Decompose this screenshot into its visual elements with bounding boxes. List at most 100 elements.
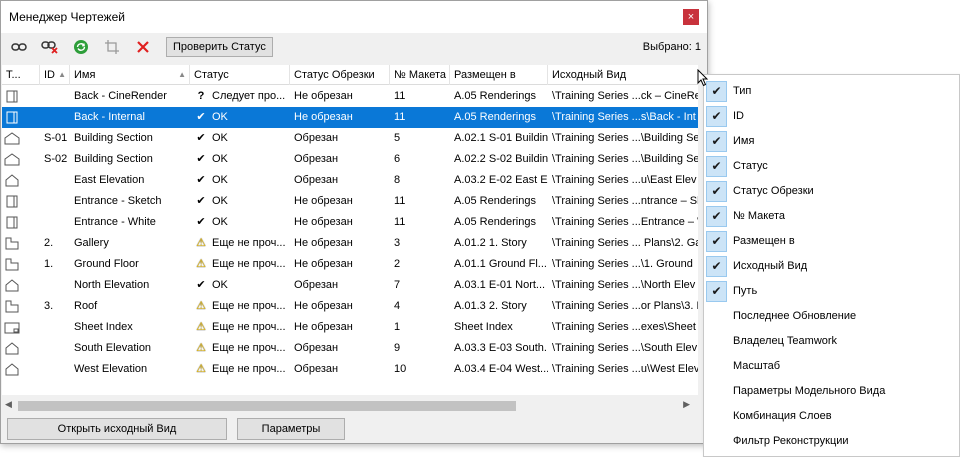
status-text: Еще не проч... [212,300,286,312]
source-view-cell: \Training Series ...ck – CineRe [552,90,698,102]
scroll-right-icon[interactable]: ▶ [683,399,690,410]
sort-up-icon: ▲ [58,70,66,79]
checkmark-icon: ✔ [706,231,727,252]
table-row[interactable]: East Elevation ✔ OK Обрезан 8 A.03.2 E-02 Eas… [2,170,698,191]
refresh-icon[interactable] [71,37,91,57]
status-text: Еще не проч... [212,363,286,375]
menu-item[interactable]: ✔ Исходный Вид [704,254,959,279]
layout-number-cell: 4 [394,300,401,312]
name-cell: Gallery [74,237,109,249]
menu-item[interactable]: ✔ Статус [704,154,959,179]
col-header-source-view[interactable]: Исходный Вид [548,65,698,85]
table-row[interactable]: Entrance - Sketch ✔ OK Не обрезан 11 A.05 Ren… [2,191,698,212]
section-view-icon [2,86,40,107]
menu-item-label: Тип [733,85,752,97]
col-header-placed-in[interactable]: Размещен в [450,65,548,85]
delete-icon[interactable] [133,37,153,57]
menu-item[interactable]: ✔ Тип [704,79,959,104]
menu-item[interactable]: Масштаб [704,354,959,379]
scroll-left-icon[interactable]: ◀ [5,399,12,410]
menu-item-label: ID [733,110,744,122]
settings-button[interactable]: Параметры [237,418,345,440]
checkmark-icon: ✔ [196,216,206,228]
question-icon: ? [197,90,205,102]
table-row[interactable]: 2. Gallery ⚠ Еще не проч... Не обрезан 3 A.01.… [2,233,698,254]
menu-item-label: № Макета [733,210,785,222]
menu-item[interactable]: Параметры Модельного Вида [704,379,959,404]
col-header-status[interactable]: Статус [190,65,290,85]
checkmark-icon: ✔ [706,81,727,102]
table-row[interactable]: Back - CineRender? Следует про... Не обрез… [2,86,698,107]
col-header-id[interactable]: ID ▲ [40,65,70,85]
table-row[interactable]: Back - Internal ✔ OK Не обрезан 11 A.05 Rende… [2,107,698,128]
mouse-cursor-icon [697,68,709,90]
table-row[interactable]: Sheet Index ⚠ Еще не проч... Не обрезан 1 She… [2,317,698,338]
name-cell: Ground Floor [74,258,139,270]
crop-status-cell: Не обрезан [294,321,353,333]
house-icon [2,275,40,296]
close-button[interactable]: × [683,9,699,25]
layout-number-cell: 10 [394,363,407,375]
warning-icon: ⚠ [196,342,206,354]
col-header-crop-status[interactable]: Статус Обрезки [290,65,390,85]
col-header-name[interactable]: Имя ▲ [70,65,190,85]
col-header-layout-number[interactable]: № Макета [390,65,450,85]
checkmark-icon: ✔ [196,174,206,186]
col-header-type[interactable]: Т... [2,65,40,85]
id-cell: 3. [44,300,54,312]
open-source-view-button[interactable]: Открыть исходный Вид [7,418,227,440]
placed-in-cell: A.05 Renderings [454,90,536,102]
scrollbar-thumb[interactable] [18,401,516,411]
menu-item-label: Масштаб [733,360,781,372]
checkmark-icon: ✔ [706,131,727,152]
table-row[interactable]: S-01 Building Section ✔ OK Обрезан 5 A.02.1 S-… [2,128,698,149]
name-cell: Building Section [74,153,153,165]
source-view-cell: \Training Series ...s\Back - Int [552,111,696,123]
crop-status-cell: Не обрезан [294,111,353,123]
id-cell [40,107,70,128]
checkmark-icon: ✔ [196,132,206,144]
table-row[interactable]: South Elevation ⚠ Еще не проч... Обрезан 9 A.… [2,338,698,359]
table-row[interactable]: S-02 Building Section ✔ OK Обрезан 6 A.02.2 S-… [2,149,698,170]
table-row[interactable]: Entrance - White ✔ OK Не обрезан 11 A.05 Rend… [2,212,698,233]
link-drawing-icon[interactable] [9,37,29,57]
house-icon [2,359,40,380]
source-view-cell: \Training Series ...exes\Sheet I [552,321,698,333]
crop-icon[interactable] [102,37,122,57]
id-cell [40,212,70,233]
title-bar[interactable]: Менеджер Чертежей × [1,1,707,33]
section-view-icon [2,212,40,233]
status-cell: ⚠ Еще не проч... [190,296,290,317]
menu-item[interactable]: Комбинация Слоев [704,404,959,429]
id-cell: 2. [44,237,54,249]
placed-in-cell: A.03.1 E-01 Nort... [454,279,546,291]
crop-status-cell: Не обрезан [294,300,353,312]
menu-item[interactable]: Владелец Teamwork [704,329,959,354]
placed-in-cell: Sheet Index [454,321,513,333]
status-text: OK [212,132,228,144]
name-cell: Back - CineRender [74,90,167,102]
menu-item[interactable]: Последнее Обновление [704,304,959,329]
menu-item-label: Статус Обрезки [733,185,814,197]
menu-item[interactable]: Фильтр Реконструкции [704,429,959,454]
menu-item[interactable]: ✔ ID [704,104,959,129]
name-cell: Sheet Index [74,321,133,333]
menu-item[interactable]: ✔ Путь [704,279,959,304]
table-row[interactable]: 3. Roof ⚠ Еще не проч... Не обрезан 4 A.01.3 2… [2,296,698,317]
table-row[interactable]: 1. Ground Floor ⚠ Еще не проч... Не обрезан 2… [2,254,698,275]
status-text: Еще не проч... [212,237,286,249]
checkmark-icon: ✔ [706,181,727,202]
table-row[interactable]: West Elevation ⚠ Еще не проч... Обрезан 10 A.… [2,359,698,380]
check-status-button[interactable]: Проверить Статус [166,37,273,57]
menu-item[interactable]: ✔ Имя [704,129,959,154]
unlink-drawing-icon[interactable] [40,37,60,57]
section-view-icon [2,191,40,212]
menu-item[interactable]: ✔ Статус Обрезки [704,179,959,204]
menu-item[interactable]: ✔ № Макета [704,204,959,229]
source-view-cell: \Training Series ...\South Elev [552,342,698,354]
horizontal-scrollbar[interactable]: ◀ ▶ [2,398,698,414]
table-row[interactable]: North Elevation ✔ OK Обрезан 7 A.03.1 E-01 No… [2,275,698,296]
placed-in-cell: A.05 Renderings [454,195,536,207]
status-cell: ✔ OK [190,107,290,128]
menu-item[interactable]: ✔ Размещен в [704,229,959,254]
